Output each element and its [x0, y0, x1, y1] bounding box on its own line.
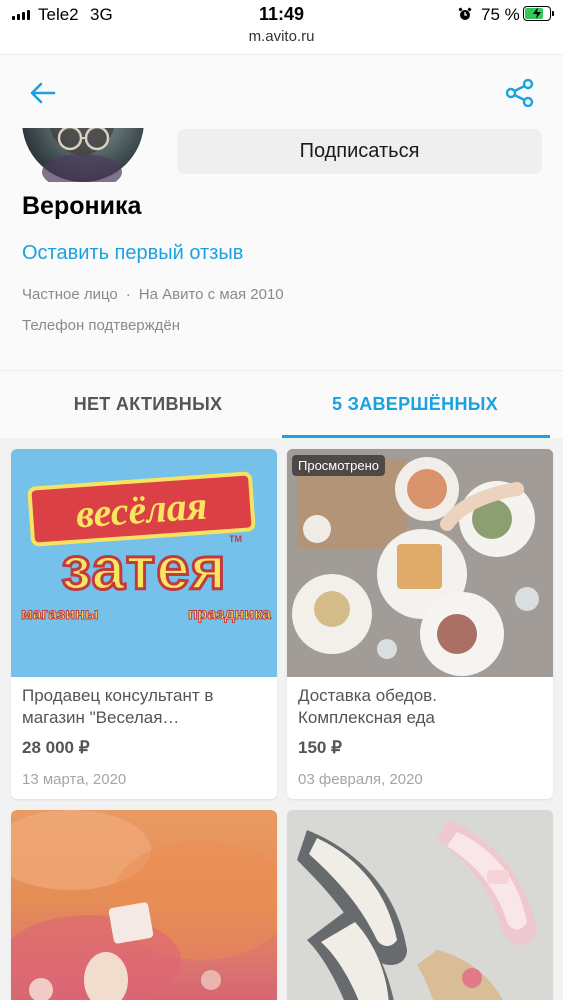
- clock: 11:49: [258, 4, 305, 24]
- charging-icon: [533, 7, 541, 19]
- listing-title: Доставка обедов. Комплексная еда: [298, 686, 437, 727]
- listing-price: 150 ₽: [298, 738, 342, 757]
- listing-card[interactable]: весёлая затея TM магазины праздника Прод…: [11, 449, 277, 799]
- back-button[interactable]: [28, 78, 58, 108]
- listing-title: Продавец консультант в магазин "Веселая…: [22, 686, 214, 727]
- alarm-icon: [458, 7, 472, 20]
- tab-completed-listings[interactable]: 5 ЗАВЕРШЁННЫХ: [281, 371, 549, 437]
- member-since: На Авито с мая 2010: [138, 286, 284, 303]
- listing-image: [287, 810, 553, 1000]
- phone-status: Телефон подтверждён: [22, 317, 181, 334]
- listing-card[interactable]: [11, 810, 277, 1000]
- battery-icon: [523, 6, 554, 21]
- share-icon: [506, 79, 534, 107]
- listing-card[interactable]: [287, 810, 553, 1000]
- listing-image: весёлая затея TM магазины праздника: [11, 449, 277, 677]
- subscribe-button[interactable]: Подписаться: [177, 129, 542, 174]
- status-bar: Tele2 3G 11:49 75 %: [0, 0, 563, 30]
- listing-tabs: НЕТ АКТИВНЫХ 5 ЗАВЕРШЁННЫХ: [0, 370, 563, 438]
- listing-image: [11, 810, 277, 1000]
- tab-active-listings[interactable]: НЕТ АКТИВНЫХ: [14, 371, 282, 437]
- user-name: Вероника: [22, 192, 142, 220]
- seller-meta: Частное лицо · На Авито с мая 2010: [22, 286, 284, 303]
- listings-grid: весёлая затея TM магазины праздника Прод…: [0, 438, 563, 1000]
- battery-percent: 75 %: [481, 5, 520, 24]
- listing-price: 28 000 ₽: [22, 738, 90, 757]
- listing-date: 13 марта, 2020: [22, 771, 127, 788]
- browser-url[interactable]: m.avito.ru: [0, 28, 563, 45]
- listing-date: 03 февраля, 2020: [298, 771, 423, 788]
- viewed-badge: Просмотрено: [292, 455, 386, 476]
- leave-review-link[interactable]: Оставить первый отзыв: [22, 242, 243, 265]
- share-button[interactable]: [503, 76, 537, 110]
- separator: ·: [125, 286, 131, 303]
- listing-image: Просмотрено: [287, 449, 553, 677]
- seller-type: Частное лицо: [22, 286, 118, 303]
- listing-card[interactable]: Просмотрено Доставка обедов. Комплексная…: [287, 449, 553, 799]
- back-arrow-icon: [30, 82, 56, 104]
- avatar[interactable]: [0, 128, 170, 188]
